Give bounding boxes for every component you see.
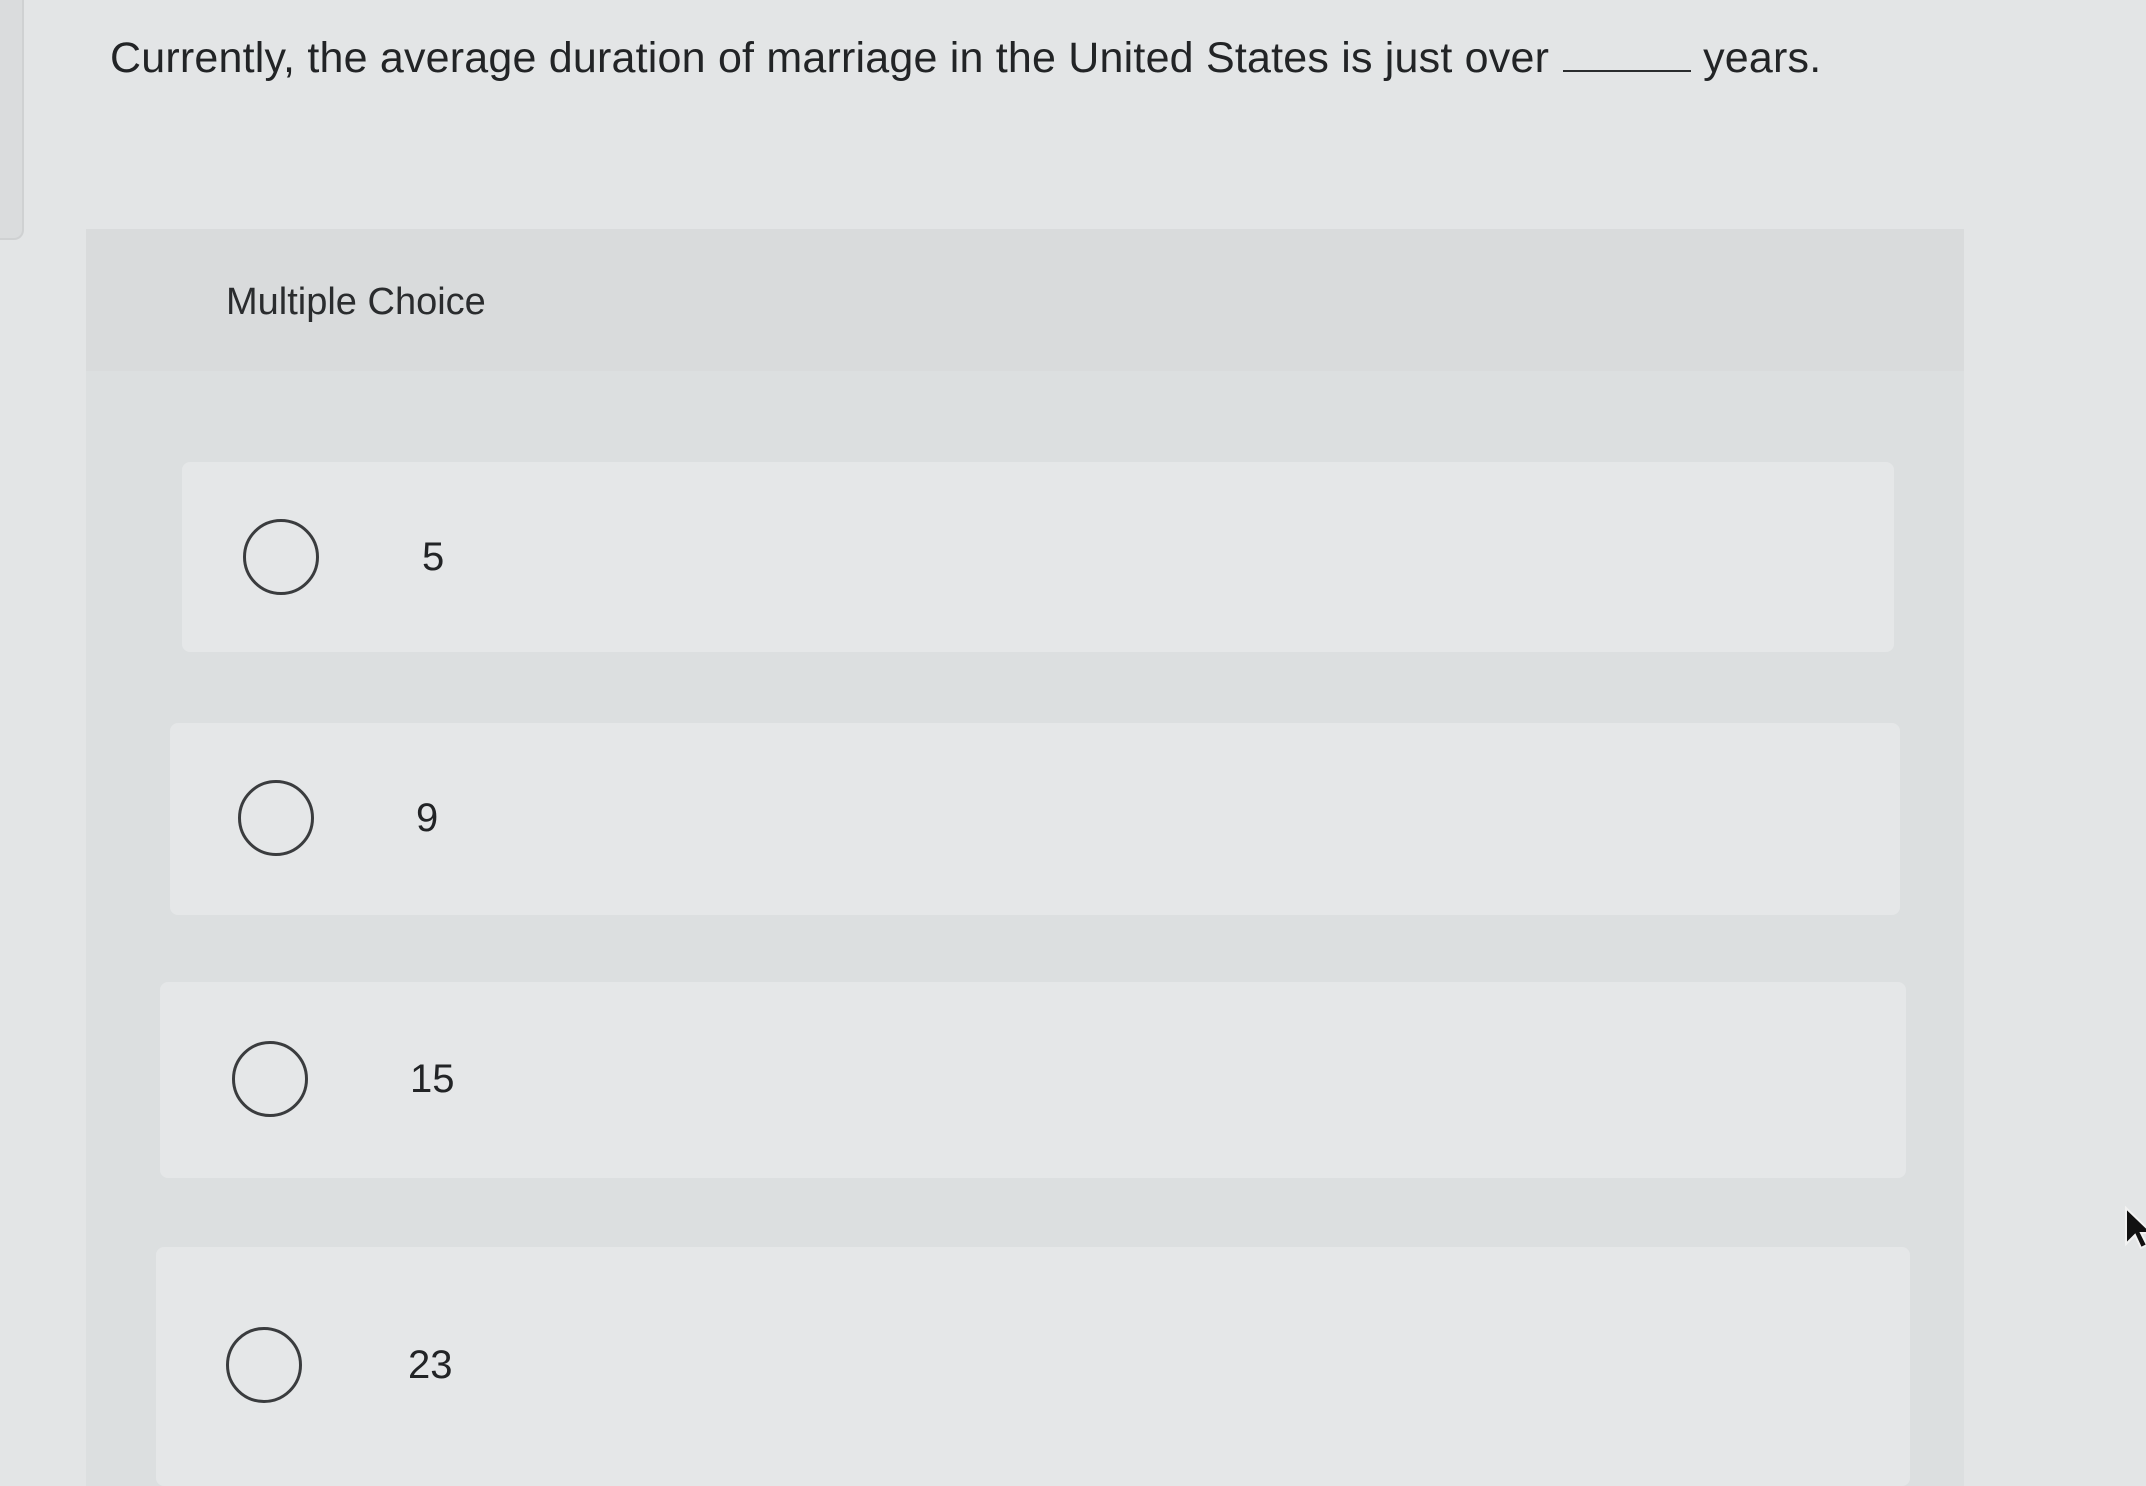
choice-label: 9 [416, 796, 439, 840]
multiple-choice-header: Multiple Choice [86, 229, 1964, 371]
radio-unchecked-icon[interactable] [232, 1041, 308, 1117]
choice-option-15[interactable]: 15 [160, 982, 1906, 1178]
choice-option-9[interactable]: 9 [170, 723, 1900, 915]
radio-unchecked-icon[interactable] [238, 780, 314, 856]
answer-blank [1563, 70, 1692, 72]
question-text: Currently, the average duration of marri… [110, 28, 1821, 88]
multiple-choice-panel: Multiple Choice 5 9 15 23 [86, 229, 1964, 1486]
question-before-blank: Currently, the average duration of marri… [110, 34, 1550, 82]
choice-label: 23 [408, 1343, 453, 1387]
choice-label: 5 [422, 535, 445, 579]
question-after-blank: years. [1703, 34, 1822, 82]
mouse-pointer-icon [2125, 1206, 2146, 1250]
radio-unchecked-icon[interactable] [243, 519, 319, 595]
left-edge-panel [0, 0, 24, 240]
multiple-choice-title: Multiple Choice [226, 281, 486, 323]
radio-unchecked-icon[interactable] [226, 1327, 302, 1403]
choice-option-5[interactable]: 5 [182, 462, 1894, 652]
choice-label: 15 [410, 1057, 455, 1101]
choice-option-23[interactable]: 23 [156, 1247, 1910, 1486]
